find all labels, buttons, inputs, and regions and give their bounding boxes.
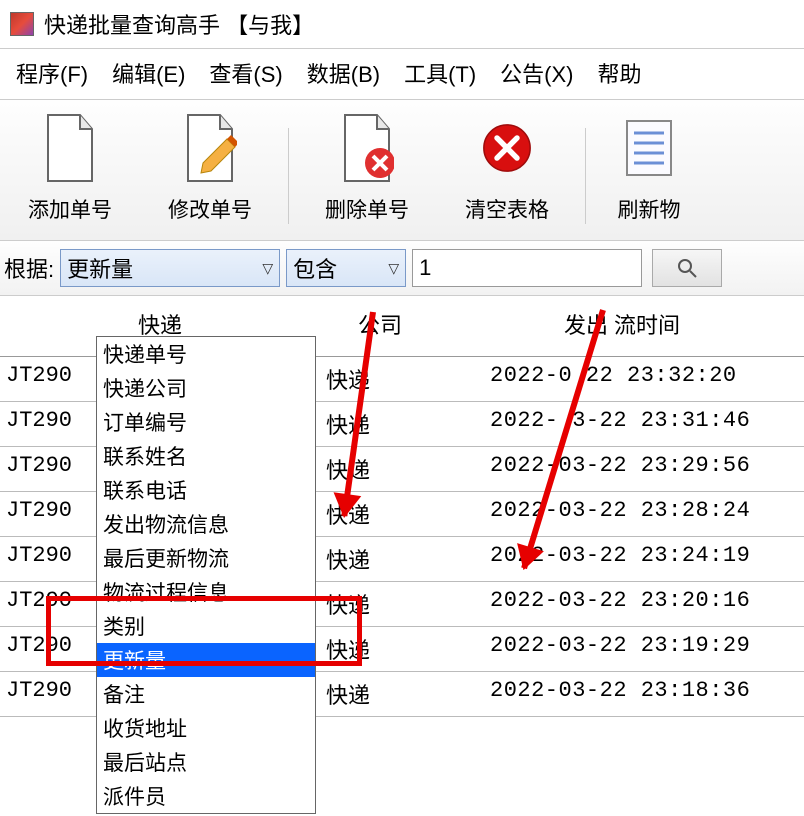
filter-bar: 根据: 更新量 ▽ 包含 ▽ xyxy=(0,241,804,296)
cell-company: 快递 xyxy=(320,498,440,530)
dropdown-item[interactable]: 更新量 xyxy=(97,643,315,677)
toolbar-separator xyxy=(288,128,289,224)
dropdown-item[interactable]: 发出物流信息 xyxy=(97,507,315,541)
cell-time: 2022-03-22 23:29:56 xyxy=(440,453,804,485)
clear-icon xyxy=(475,108,539,188)
btn-add-label: 添加单号 xyxy=(28,194,112,224)
th-company[interactable]: 公司 xyxy=(320,308,440,340)
dropdown-item[interactable]: 快递单号 xyxy=(97,337,315,371)
menu-bar: 程序(F) 编辑(E) 查看(S) 数据(B) 工具(T) 公告(X) 帮助 xyxy=(0,48,804,99)
btn-refresh-label: 刷新物 xyxy=(618,194,681,224)
title-bar: 快递批量查询高手 【与我】 xyxy=(0,0,804,48)
dropdown-item[interactable]: 类别 xyxy=(97,609,315,643)
filter-op-combo[interactable]: 包含 ▽ xyxy=(286,249,406,287)
btn-clear-label: 清空表格 xyxy=(465,194,549,224)
btn-delete-label: 删除单号 xyxy=(325,194,409,224)
page-add-icon xyxy=(38,108,102,188)
cell-time: 2022-03-22 23:28:24 xyxy=(440,498,804,530)
dropdown-item[interactable]: 物流过程信息 xyxy=(97,575,315,609)
cell-time: 2022-0 22 23:32:20 xyxy=(440,363,804,395)
toolbar: 添加单号 修改单号 删除单号 清空表格 刷新物 xyxy=(0,99,804,241)
th-time[interactable]: 发出 流时间 xyxy=(440,308,804,340)
search-button[interactable] xyxy=(652,249,722,287)
refresh-icon xyxy=(617,108,681,188)
cell-company: 快递 xyxy=(320,633,440,665)
btn-edit-order[interactable]: 修改单号 xyxy=(140,108,280,224)
filter-label: 根据: xyxy=(4,252,54,284)
dropdown-item[interactable]: 联系姓名 xyxy=(97,439,315,473)
btn-delete-order[interactable]: 删除单号 xyxy=(297,108,437,224)
cell-company: 快递 xyxy=(320,678,440,710)
app-icon xyxy=(10,12,34,36)
page-edit-icon xyxy=(178,108,242,188)
menu-data[interactable]: 数据(B) xyxy=(301,55,386,91)
cell-time: 2022-03-22 23:18:36 xyxy=(440,678,804,710)
filter-field-value: 更新量 xyxy=(67,252,133,284)
dropdown-item[interactable]: 最后更新物流 xyxy=(97,541,315,575)
filter-op-value: 包含 xyxy=(293,252,337,284)
filter-field-combo[interactable]: 更新量 ▽ xyxy=(60,249,280,287)
cell-time: 2022-03-22 23:24:19 xyxy=(440,543,804,575)
cell-time: 2022- 3-22 23:31:46 xyxy=(440,408,804,440)
btn-edit-label: 修改单号 xyxy=(168,194,252,224)
dropdown-item[interactable]: 派件员 xyxy=(97,779,315,813)
btn-refresh[interactable]: 刷新物 xyxy=(594,108,704,224)
app-title: 快递批量查询高手 【与我】 xyxy=(44,8,314,40)
menu-view[interactable]: 查看(S) xyxy=(203,55,288,91)
menu-edit[interactable]: 编辑(E) xyxy=(106,55,191,91)
menu-help[interactable]: 帮助 xyxy=(592,55,648,91)
cell-company: 快递 xyxy=(320,408,440,440)
menu-notice[interactable]: 公告(X) xyxy=(494,55,579,91)
btn-add-order[interactable]: 添加单号 xyxy=(0,108,140,224)
dropdown-item[interactable]: 订单编号 xyxy=(97,405,315,439)
dropdown-item[interactable]: 收货地址 xyxy=(97,711,315,745)
dropdown-item[interactable]: 快递公司 xyxy=(97,371,315,405)
cell-company: 快递 xyxy=(320,543,440,575)
cell-time: 2022-03-22 23:19:29 xyxy=(440,633,804,665)
btn-clear-table[interactable]: 清空表格 xyxy=(437,108,577,224)
dropdown-item[interactable]: 备注 xyxy=(97,677,315,711)
dropdown-item[interactable]: 联系电话 xyxy=(97,473,315,507)
page-delete-icon xyxy=(335,108,399,188)
cell-time: 2022-03-22 23:20:16 xyxy=(440,588,804,620)
chevron-down-icon: ▽ xyxy=(262,260,273,277)
cell-company: 快递 xyxy=(320,363,440,395)
search-icon xyxy=(677,258,697,278)
cell-company: 快递 xyxy=(320,588,440,620)
toolbar-separator-2 xyxy=(585,128,586,224)
chevron-down-icon: ▽ xyxy=(388,260,399,277)
dropdown-item[interactable]: 最后站点 xyxy=(97,745,315,779)
menu-program[interactable]: 程序(F) xyxy=(10,55,94,91)
cell-company: 快递 xyxy=(320,453,440,485)
filter-text-input[interactable] xyxy=(412,249,642,287)
filter-field-dropdown[interactable]: 快递单号快递公司订单编号联系姓名联系电话发出物流信息最后更新物流物流过程信息类别… xyxy=(96,336,316,814)
menu-tools[interactable]: 工具(T) xyxy=(398,55,482,91)
